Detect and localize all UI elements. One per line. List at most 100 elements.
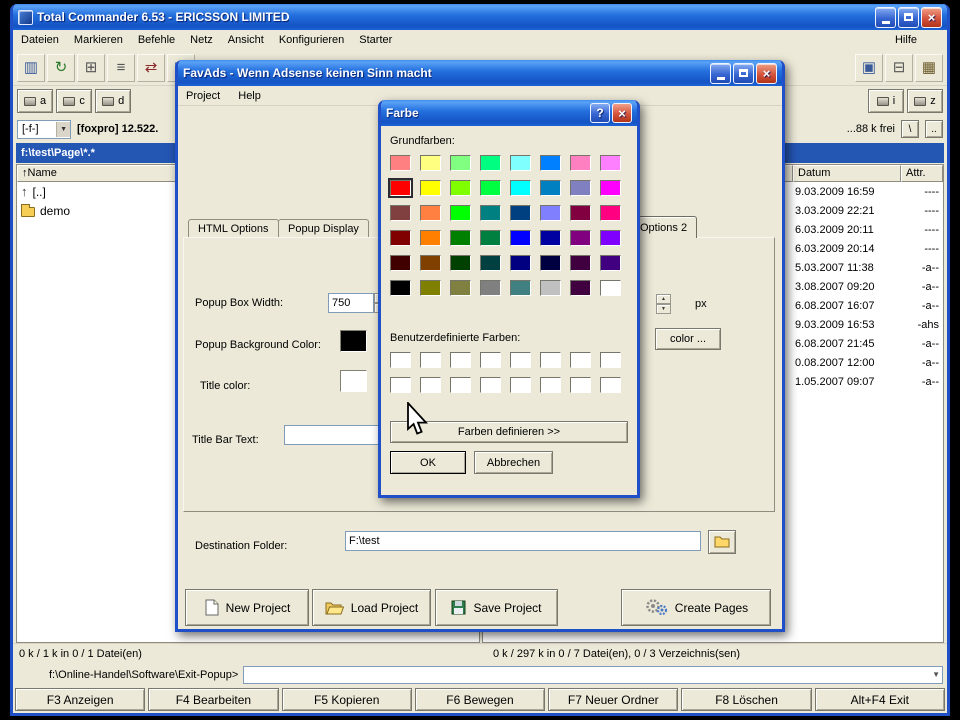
custom-color-swatch[interactable] — [450, 377, 471, 393]
custom-color-swatch[interactable] — [540, 352, 561, 368]
tab-options-2[interactable]: Options 2 — [630, 216, 697, 238]
basic-color-swatch[interactable] — [600, 205, 621, 221]
basic-color-swatch[interactable] — [390, 255, 411, 271]
basic-color-swatch[interactable] — [390, 205, 411, 221]
custom-color-swatch[interactable] — [510, 352, 531, 368]
custom-color-swatch[interactable] — [480, 352, 501, 368]
menu-item-help[interactable]: Help — [238, 90, 261, 102]
custom-color-swatch[interactable] — [600, 352, 621, 368]
ok-button[interactable]: OK — [390, 451, 466, 474]
new-project-button[interactable]: New Project — [185, 589, 309, 626]
basic-color-swatch[interactable] — [420, 255, 441, 271]
basic-color-swatch[interactable] — [480, 280, 501, 296]
root-dir-button[interactable]: \ — [901, 120, 919, 138]
basic-color-swatch[interactable] — [570, 180, 591, 196]
menu-item-dateien[interactable]: Dateien — [21, 34, 59, 46]
custom-color-swatch[interactable] — [420, 377, 441, 393]
pack-button[interactable]: ▦ — [915, 54, 943, 82]
drive-button-i[interactable]: i — [868, 89, 904, 113]
custom-color-swatch[interactable] — [570, 352, 591, 368]
basic-color-swatch[interactable] — [540, 280, 561, 296]
basic-color-swatch[interactable] — [540, 180, 561, 196]
basic-color-swatch[interactable] — [510, 230, 531, 246]
column-header-attr[interactable]: Attr. — [901, 165, 943, 182]
basic-color-swatch[interactable] — [510, 205, 531, 221]
basic-color-swatch[interactable] — [510, 255, 531, 271]
drive-button-d[interactable]: d — [95, 89, 131, 113]
view-button[interactable]: ▣ — [855, 54, 883, 82]
favads-minimize-button[interactable] — [710, 63, 731, 84]
destination-folder-input[interactable] — [345, 531, 701, 551]
tc-minimize-button[interactable] — [875, 7, 896, 28]
basic-color-swatch[interactable] — [390, 230, 411, 246]
chevron-down-icon[interactable]: ▼ — [932, 670, 940, 679]
drive-button-z[interactable]: z — [907, 89, 943, 113]
basic-color-swatch[interactable] — [570, 280, 591, 296]
basic-color-swatch[interactable] — [600, 230, 621, 246]
basic-color-swatch[interactable] — [420, 180, 441, 196]
custom-color-swatch[interactable] — [540, 377, 561, 393]
list-button[interactable]: ≡ — [107, 54, 135, 82]
custom-color-swatch[interactable] — [510, 377, 531, 393]
custom-color-swatch[interactable] — [420, 352, 441, 368]
basic-color-swatch[interactable] — [450, 155, 471, 171]
custom-color-swatch[interactable] — [600, 377, 621, 393]
menu-item-netz[interactable]: Netz — [190, 34, 213, 46]
favads-maximize-button[interactable] — [733, 63, 754, 84]
basic-color-swatch[interactable] — [420, 280, 441, 296]
drive-button-c[interactable]: c — [56, 89, 92, 113]
menu-item-ansicht[interactable]: Ansicht — [228, 34, 264, 46]
basic-color-swatch[interactable] — [450, 255, 471, 271]
cancel-button[interactable]: Abbrechen — [474, 451, 553, 474]
basic-color-swatch[interactable] — [540, 255, 561, 271]
basic-color-swatch[interactable] — [450, 230, 471, 246]
grid-button[interactable]: ⊞ — [77, 54, 105, 82]
basic-color-swatch[interactable] — [510, 155, 531, 171]
basic-color-swatch[interactable] — [510, 180, 531, 196]
tab-popup-display[interactable]: Popup Display — [278, 219, 369, 237]
fkey-button-f3-anzeigen[interactable]: F3 Anzeigen — [15, 688, 145, 711]
farbe-close-button[interactable]: × — [612, 103, 632, 123]
menu-item-befehle[interactable]: Befehle — [138, 34, 175, 46]
tc-titlebar[interactable]: Total Commander 6.53 - ERICSSON LIMITED … — [13, 4, 947, 30]
parent-dir-button[interactable]: .. — [925, 120, 943, 138]
create-pages-button[interactable]: Create Pages — [621, 589, 771, 626]
tc-maximize-button[interactable] — [898, 7, 919, 28]
basic-color-swatch[interactable] — [540, 230, 561, 246]
basic-color-swatch[interactable] — [450, 205, 471, 221]
popup-background-color-swatch[interactable] — [340, 330, 367, 352]
basic-color-swatch[interactable] — [600, 180, 621, 196]
load-project-button[interactable]: Load Project — [312, 589, 431, 626]
basic-color-swatch[interactable] — [540, 155, 561, 171]
menu-item-konfigurieren[interactable]: Konfigurieren — [279, 34, 344, 46]
fkey-button-f5-kopieren[interactable]: F5 Kopieren — [282, 688, 412, 711]
popup-box-width-input[interactable] — [328, 293, 374, 313]
favads-close-button[interactable]: × — [756, 63, 777, 84]
column-header-datum[interactable]: Datum — [793, 165, 901, 182]
fkey-button-f8-l-schen[interactable]: F8 Löschen — [681, 688, 811, 711]
refresh-button[interactable]: ↻ — [47, 54, 75, 82]
basic-color-swatch[interactable] — [390, 155, 411, 171]
browse-folder-button[interactable] — [708, 530, 736, 554]
farbe-help-button[interactable]: ? — [590, 103, 610, 123]
favads-titlebar[interactable]: FavAds - Wenn Adsense keinen Sinn macht … — [178, 60, 782, 86]
basic-color-swatch[interactable] — [450, 280, 471, 296]
basic-color-swatch[interactable] — [570, 155, 591, 171]
split-button[interactable]: ⊟ — [885, 54, 913, 82]
basic-color-swatch[interactable] — [390, 280, 411, 296]
menu-item-starter[interactable]: Starter — [359, 34, 392, 46]
spinner-down-icon[interactable]: ▼ — [656, 304, 671, 314]
basic-color-swatch[interactable] — [420, 155, 441, 171]
basic-color-swatch[interactable] — [540, 205, 561, 221]
fkey-button-alt-f4-exit[interactable]: Alt+F4 Exit — [815, 688, 945, 711]
menu-item-markieren[interactable]: Markieren — [74, 34, 123, 46]
basic-color-swatch[interactable] — [420, 230, 441, 246]
swap-button[interactable]: ⇄ — [137, 54, 165, 82]
basic-color-swatch[interactable] — [570, 255, 591, 271]
basic-color-swatch[interactable] — [480, 205, 501, 221]
drive-button-a[interactable]: a — [17, 89, 53, 113]
basic-color-swatch[interactable] — [450, 180, 471, 196]
fkey-button-f4-bearbeiten[interactable]: F4 Bearbeiten — [148, 688, 278, 711]
color-picker-button[interactable]: color ... — [655, 328, 721, 350]
basic-color-swatch[interactable] — [570, 230, 591, 246]
